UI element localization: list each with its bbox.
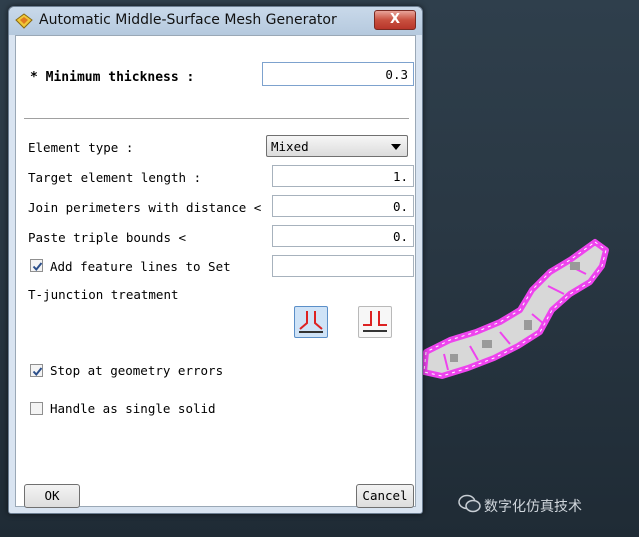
feature-lines-label: Add feature lines to Set	[50, 259, 231, 274]
join-perimeters-label: Join perimeters with distance <	[28, 200, 262, 215]
paste-triple-label: Paste triple bounds <	[28, 230, 187, 245]
single-solid-label: Handle as single solid	[50, 401, 216, 416]
separator	[24, 118, 409, 120]
close-button[interactable]: X	[374, 10, 416, 30]
stop-errors-label: Stop at geometry errors	[50, 363, 224, 378]
element-type-value: Mixed	[271, 139, 309, 154]
mesh-model-view	[421, 239, 609, 379]
single-solid-checkbox[interactable]	[30, 402, 43, 415]
watermark-text: 数字化仿真技术	[484, 499, 582, 515]
element-type-select[interactable]: Mixed	[266, 135, 408, 157]
checkmark-icon	[32, 262, 43, 272]
dialog-content: * Minimum thickness : 0.3 Element type :…	[15, 35, 416, 508]
chevron-down-icon	[391, 144, 401, 150]
stop-errors-checkbox[interactable]	[30, 364, 43, 377]
close-icon: X	[389, 12, 401, 27]
tjunction-split-icon	[363, 311, 387, 332]
element-type-label: Element type :	[28, 140, 134, 155]
target-length-input[interactable]: 1.	[272, 165, 414, 187]
tjunction-merge-icon	[299, 311, 323, 333]
tjunction-option-merge-button[interactable]	[294, 306, 328, 338]
mesh-generator-dialog: Automatic Middle-Surface Mesh Generator …	[8, 6, 423, 514]
join-perimeters-input[interactable]: 0.	[272, 195, 414, 217]
min-thickness-input[interactable]: 0.3	[262, 62, 414, 86]
tjunction-option-split-button[interactable]	[358, 306, 392, 338]
cancel-button[interactable]: Cancel	[356, 484, 414, 508]
target-length-label: Target element length :	[28, 170, 202, 185]
paste-triple-input[interactable]: 0.	[272, 225, 414, 247]
app-logo-icon	[15, 13, 33, 29]
title-bar[interactable]: Automatic Middle-Surface Mesh Generator …	[9, 7, 422, 35]
ok-button[interactable]: OK	[24, 484, 80, 508]
feature-lines-set-input[interactable]	[272, 255, 414, 277]
tjunction-label: T-junction treatment	[28, 287, 179, 302]
feature-lines-checkbox[interactable]	[30, 259, 43, 272]
wechat-icon	[458, 494, 481, 513]
min-thickness-label: * Minimum thickness :	[30, 70, 195, 85]
window-title: Automatic Middle-Surface Mesh Generator	[39, 12, 337, 28]
checkmark-icon	[32, 367, 43, 377]
